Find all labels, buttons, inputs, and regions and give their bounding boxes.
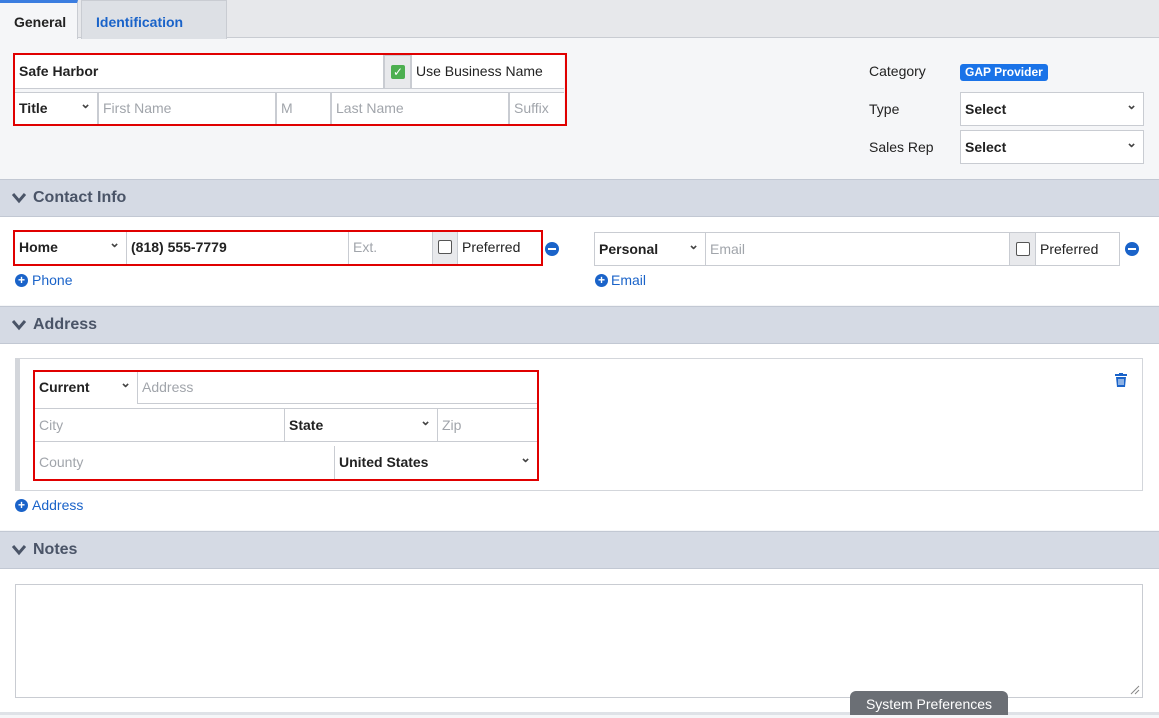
title-select[interactable]: Title bbox=[15, 92, 98, 124]
business-name-input[interactable]: Safe Harbor bbox=[15, 55, 384, 89]
email-preferred-checkbox-wrap[interactable] bbox=[1009, 232, 1036, 266]
suffix-input[interactable]: Suffix bbox=[509, 92, 564, 124]
contact-info-header[interactable]: Contact Info bbox=[0, 179, 1159, 217]
chevron-down-icon bbox=[12, 545, 26, 556]
remove-email-icon[interactable] bbox=[1125, 242, 1139, 256]
notes-header[interactable]: Notes bbox=[0, 531, 1159, 569]
category-badge[interactable]: GAP Provider bbox=[960, 64, 1048, 81]
state-select[interactable]: State bbox=[284, 408, 438, 442]
add-phone-icon[interactable]: + bbox=[15, 274, 28, 287]
add-email-link[interactable]: Email bbox=[611, 272, 646, 288]
phone-preferred-checkbox-wrap[interactable] bbox=[432, 232, 458, 264]
sales-rep-select[interactable]: Select bbox=[960, 130, 1144, 164]
chevron-down-icon bbox=[12, 193, 26, 204]
type-select[interactable]: Select bbox=[960, 92, 1144, 126]
address-title: Address bbox=[33, 316, 98, 333]
notes-title: Notes bbox=[33, 541, 78, 558]
add-address-icon[interactable]: + bbox=[15, 499, 28, 512]
phone-type-select[interactable]: Home bbox=[15, 232, 126, 264]
use-business-name-checkbox[interactable] bbox=[391, 65, 405, 79]
county-input[interactable]: County bbox=[35, 446, 335, 479]
last-name-input[interactable]: Last Name bbox=[331, 92, 509, 124]
first-name-input[interactable]: First Name bbox=[98, 92, 276, 124]
contact-info-title: Contact Info bbox=[33, 189, 127, 206]
address-type-select[interactable]: Current bbox=[35, 372, 137, 404]
tab-identification-data[interactable]: Identification Data bbox=[81, 0, 227, 72]
notes-textarea[interactable] bbox=[15, 584, 1143, 698]
phone-number-input[interactable]: (818) 555-7779 bbox=[126, 232, 349, 264]
address-input[interactable]: Address bbox=[137, 372, 537, 404]
country-select[interactable]: United States bbox=[335, 446, 537, 479]
add-address-link[interactable]: Address bbox=[32, 497, 83, 513]
email-preferred-label: Preferred bbox=[1035, 232, 1120, 266]
use-business-name-checkbox-wrap[interactable] bbox=[384, 55, 411, 89]
type-label: Type bbox=[869, 101, 900, 117]
email-preferred-checkbox[interactable] bbox=[1016, 242, 1030, 256]
middle-initial-input[interactable]: M bbox=[276, 92, 331, 124]
chevron-down-icon bbox=[12, 320, 26, 331]
tab-general[interactable]: General bbox=[0, 0, 78, 39]
email-type-select[interactable]: Personal bbox=[594, 232, 706, 266]
add-phone-link[interactable]: Phone bbox=[32, 272, 72, 288]
phone-ext-input[interactable]: Ext. bbox=[349, 232, 432, 264]
sales-rep-label: Sales Rep bbox=[869, 139, 934, 155]
add-email-icon[interactable]: + bbox=[595, 274, 608, 287]
email-input[interactable]: Email bbox=[705, 232, 1010, 266]
system-preferences-button[interactable]: System Preferences bbox=[850, 691, 1008, 715]
phone-preferred-checkbox[interactable] bbox=[438, 240, 452, 254]
resize-handle-icon[interactable] bbox=[1128, 683, 1140, 695]
category-label: Category bbox=[869, 63, 926, 79]
remove-phone-icon[interactable] bbox=[545, 242, 559, 256]
address-header[interactable]: Address bbox=[0, 306, 1159, 344]
use-business-name-label: Use Business Name bbox=[411, 55, 564, 89]
phone-preferred-label: Preferred bbox=[458, 232, 541, 264]
zip-input[interactable]: Zip bbox=[437, 408, 537, 442]
trash-icon[interactable] bbox=[1115, 373, 1127, 387]
city-input[interactable]: City bbox=[35, 408, 285, 442]
